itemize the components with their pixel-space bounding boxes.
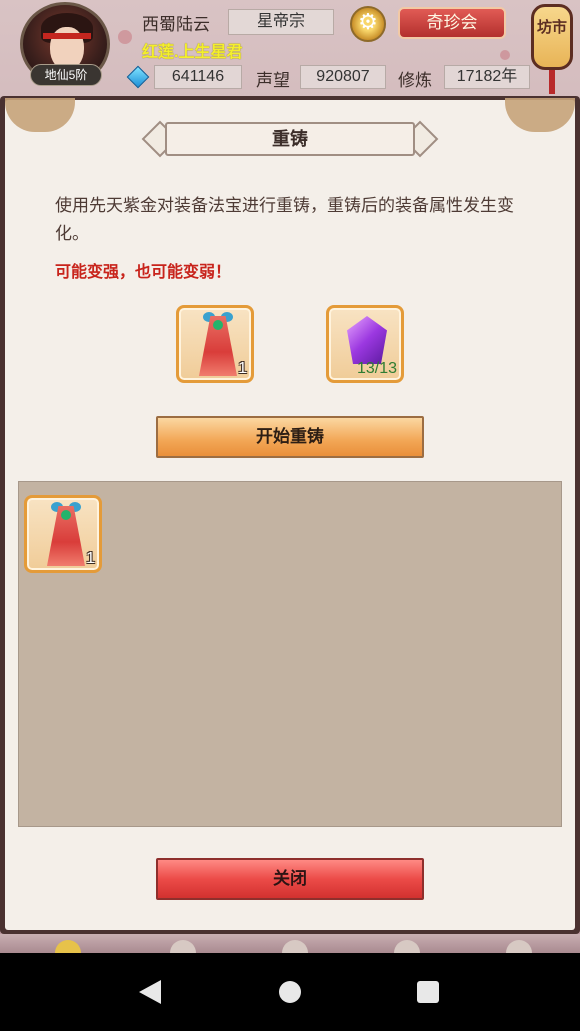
gear-icon[interactable]: ⚙ bbox=[350, 6, 386, 42]
purple-crystal-icon bbox=[347, 316, 387, 364]
recent-apps-icon[interactable] bbox=[417, 981, 439, 1003]
player-name: 西蜀陆云 bbox=[142, 15, 210, 34]
material-slot[interactable]: 13/13 bbox=[326, 305, 404, 383]
reforge-warning: 可能变强，也可能变弱！ bbox=[55, 264, 232, 281]
robe-gem bbox=[213, 320, 223, 330]
player-title: 红莲.上生星君 bbox=[142, 44, 243, 61]
top-header: 地仙5阶 西蜀陆云 星帝宗 红莲.上生星君 ⚙ 奇珍会 坊市 641146 声望… bbox=[0, 0, 580, 96]
inventory-item-count: 1 bbox=[86, 550, 95, 567]
cultivation-value: 17182年 bbox=[444, 65, 530, 89]
cultivation-label: 修炼 bbox=[398, 71, 432, 90]
reputation-value: 920807 bbox=[300, 65, 386, 89]
dialog-title: 重铸 bbox=[165, 122, 415, 156]
equipment-count: 1 bbox=[238, 360, 247, 377]
inventory-slot[interactable]: 1 bbox=[24, 495, 102, 573]
robe-gem bbox=[61, 510, 71, 520]
reforge-description: 使用先天紫金对装备法宝进行重铸，重铸后的装备属性发生变化。 bbox=[55, 196, 514, 243]
start-reforge-button[interactable]: 开始重铸 bbox=[156, 416, 424, 458]
rank-badge: 地仙5阶 bbox=[30, 64, 102, 86]
market-button[interactable]: 坊市 bbox=[531, 4, 573, 70]
gems-value: 641146 bbox=[154, 65, 242, 89]
reputation-label: 声望 bbox=[256, 71, 290, 90]
sect-name: 星帝宗 bbox=[228, 9, 334, 35]
material-count: 13/13 bbox=[356, 360, 397, 377]
back-icon[interactable] bbox=[139, 980, 161, 1004]
avatar-headband bbox=[43, 33, 91, 39]
gem-icon bbox=[126, 65, 150, 89]
home-icon[interactable] bbox=[279, 981, 301, 1003]
treasure-fair-button[interactable]: 奇珍会 bbox=[398, 7, 506, 39]
close-button[interactable]: 关闭 bbox=[156, 858, 424, 900]
inventory-grid: 1 bbox=[18, 481, 562, 827]
dialog-title-banner: 重铸 bbox=[141, 120, 439, 158]
equipment-slot[interactable]: 1 bbox=[176, 305, 254, 383]
lantern-tassel bbox=[549, 70, 555, 94]
